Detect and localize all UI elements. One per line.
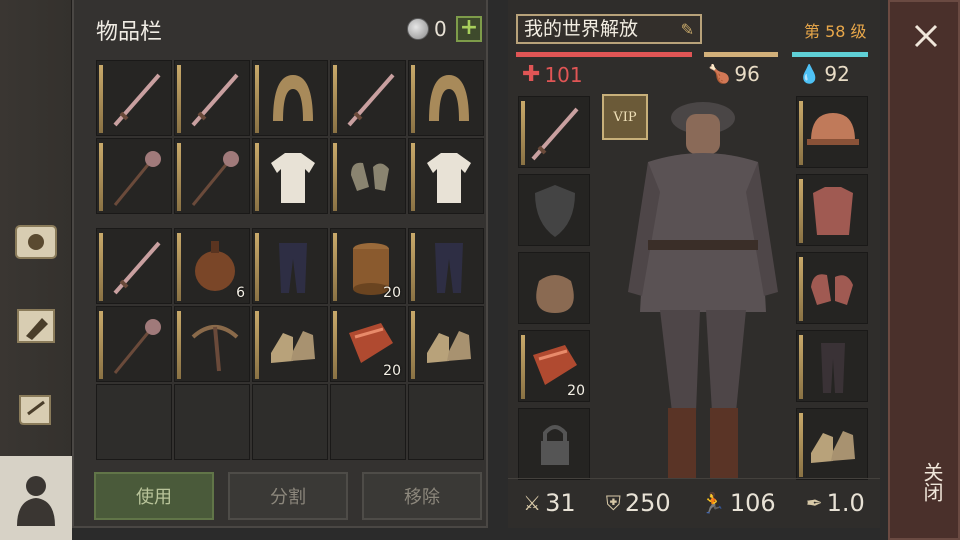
item-quantity: 20 [383, 363, 401, 379]
inventory-slot[interactable]: 20 [330, 306, 406, 382]
inventory-slot-empty[interactable] [330, 384, 406, 460]
edit-quill-icon: ✎ [680, 20, 694, 39]
add-currency-button[interactable]: + [456, 16, 482, 42]
equipment-slot[interactable] [796, 408, 868, 480]
equipment-slot[interactable] [796, 330, 868, 402]
helmet-icon [803, 101, 863, 169]
equipment-slot[interactable] [518, 96, 590, 168]
inventory-slot[interactable] [96, 60, 172, 136]
inventory-slot-empty[interactable] [408, 384, 484, 460]
inventory-title: 物品栏 [96, 20, 163, 45]
weight-icon: ✒ [805, 490, 823, 515]
defense-value: 250 [624, 488, 671, 517]
mail-gloves-icon [803, 257, 863, 325]
inventory-slot[interactable] [408, 138, 484, 214]
equipment-slot[interactable] [518, 174, 590, 246]
inventory-slot[interactable] [408, 306, 484, 382]
inventory-slot[interactable] [174, 60, 250, 136]
inventory-slot-empty[interactable] [96, 384, 172, 460]
inventory-panel: 物品栏 0 + 6 20 20 使用 分割 移除 [72, 0, 488, 528]
hunger-icon: 🍗 [708, 63, 731, 85]
hunger-bar [704, 52, 778, 57]
inventory-slot[interactable] [408, 60, 484, 136]
remove-button[interactable]: 移除 [362, 472, 482, 520]
speed-icon: 🏃 [700, 490, 726, 515]
inventory-slot[interactable]: 6 [174, 228, 250, 304]
thirst-bar [792, 52, 868, 57]
left-menu [0, 0, 72, 540]
weight-value: 1.0 [826, 488, 865, 517]
split-button[interactable]: 分割 [228, 472, 348, 520]
equipment-slot[interactable] [518, 252, 590, 324]
journal-icon[interactable] [6, 212, 66, 272]
item-quantity: 20 [567, 383, 585, 399]
close-icon[interactable] [912, 22, 940, 50]
combat-stats: ⚔ 31 ⛨ 250 🏃 106 ✒ 1.0 [508, 478, 880, 526]
speed-value: 106 [729, 488, 776, 517]
inventory-slot-empty[interactable] [252, 384, 328, 460]
shield-icon [525, 179, 585, 247]
coin-icon [407, 18, 429, 40]
inventory-slot[interactable]: 20 [330, 228, 406, 304]
quest-scroll-icon[interactable] [6, 380, 66, 440]
boots-icon [803, 413, 863, 481]
inventory-grid-bottom: 6 20 20 [96, 228, 484, 460]
character-name-text: 我的世界解放 [524, 18, 639, 40]
inventory-slot[interactable] [174, 138, 250, 214]
character-tab-icon[interactable] [0, 456, 72, 540]
item-quantity: 6 [236, 285, 245, 301]
equipment-slot[interactable] [796, 174, 868, 246]
crafting-icon[interactable] [6, 296, 66, 356]
health-bar [516, 52, 692, 57]
inventory-slot-empty[interactable] [174, 384, 250, 460]
defense-icon: ⛨ [605, 490, 621, 515]
health-value: 101 [544, 62, 583, 87]
character-figure [628, 102, 778, 478]
equipment-slot[interactable] [518, 408, 590, 480]
inventory-grid-top [96, 60, 484, 214]
attack-value: 31 [545, 488, 576, 517]
close-panel[interactable]: 关闭 [888, 0, 960, 540]
inventory-slot[interactable] [330, 138, 406, 214]
inventory-slot[interactable] [252, 306, 328, 382]
lock-icon [525, 413, 585, 481]
equipment-slot[interactable] [796, 252, 868, 324]
chainmail-icon [803, 179, 863, 247]
character-name[interactable]: 我的世界解放 ✎ [516, 14, 702, 44]
inventory-slot[interactable] [252, 138, 328, 214]
inventory-slot[interactable] [252, 228, 328, 304]
thirst-value: 92 [824, 62, 850, 86]
inventory-slot[interactable] [96, 228, 172, 304]
item-quantity: 20 [383, 285, 401, 301]
equipment-slot[interactable]: 20 [518, 330, 590, 402]
health-icon: ✚ [522, 62, 541, 87]
inventory-slot[interactable] [96, 138, 172, 214]
currency-count: 0 [434, 17, 447, 41]
mail-pants-icon [803, 335, 863, 403]
attack-icon: ⚔ [523, 490, 542, 515]
character-level: 第 58 级 [804, 22, 867, 41]
bag-icon [525, 257, 585, 325]
character-panel: 我的世界解放 ✎ 第 58 级 ✚ 101 🍗 96 💧 92 VIP 20 ⚔… [508, 0, 880, 528]
inventory-slot[interactable] [330, 60, 406, 136]
hunger-value: 96 [734, 62, 760, 86]
inventory-slot[interactable] [408, 228, 484, 304]
close-label[interactable]: 关闭 [918, 462, 947, 502]
use-button[interactable]: 使用 [94, 472, 214, 520]
equipment-slot[interactable] [796, 96, 868, 168]
inventory-slot[interactable] [252, 60, 328, 136]
thirst-icon: 💧 [798, 63, 821, 85]
inventory-slot[interactable] [96, 306, 172, 382]
sword-icon [525, 101, 585, 169]
inventory-slot[interactable] [174, 306, 250, 382]
